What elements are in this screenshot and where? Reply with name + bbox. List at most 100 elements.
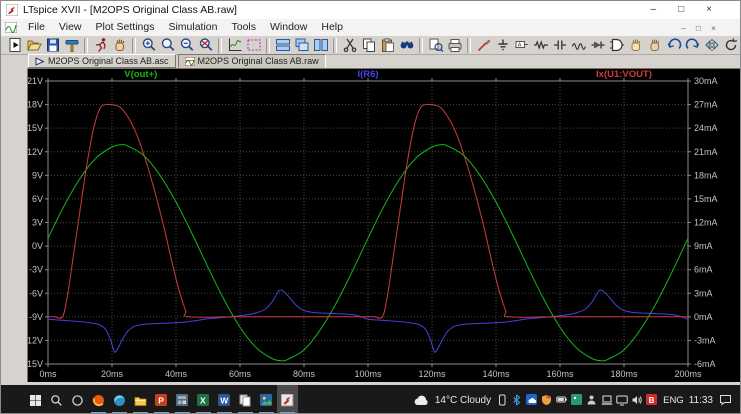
tray-volume-icon[interactable] (631, 394, 643, 406)
taskbar-app-edge[interactable] (109, 385, 130, 413)
copy-button[interactable] (359, 37, 378, 54)
tile-horizontal-button[interactable] (273, 37, 292, 54)
menu-item-plot-settings[interactable]: Plot Settings (89, 21, 162, 33)
redo-icon (685, 38, 699, 50)
menu-item-tools[interactable]: Tools (224, 21, 263, 33)
svg-text:P: P (158, 395, 164, 405)
zoom-box-button[interactable] (244, 37, 263, 54)
y-axis-right-label: 15mA (694, 194, 718, 204)
tile-vertical-button[interactable] (311, 37, 330, 54)
ground-button[interactable] (493, 37, 512, 54)
clock[interactable]: 11:33 (689, 395, 713, 406)
save-button[interactable] (43, 37, 62, 54)
diode-button[interactable] (588, 37, 607, 54)
weather-cloud-icon[interactable] (414, 394, 430, 406)
tray-display-icon[interactable] (616, 394, 628, 406)
menu-item-window[interactable]: Window (263, 21, 314, 33)
cut-button[interactable] (340, 37, 359, 54)
taskbar-app-powerpoint[interactable]: P (151, 385, 172, 413)
zoom-full-button[interactable] (196, 37, 215, 54)
tab-waveform[interactable]: M2OPS Original Class AB.raw (177, 54, 326, 68)
legend-Ix(U1:VOUT)[interactable]: Ix(U1:VOUT) (596, 69, 652, 80)
copy-icon (362, 38, 375, 52)
legend-I(R6)[interactable]: I(R6) (357, 69, 378, 80)
taskbar-app-photos[interactable] (256, 385, 277, 413)
taskbar-app-app-window[interactable] (172, 385, 193, 413)
menu-item-simulation[interactable]: Simulation (161, 21, 224, 33)
y-axis-left-label: -9V (29, 312, 43, 322)
start-button[interactable] (25, 385, 46, 413)
mdi-restore-button[interactable]: □ (696, 23, 701, 33)
mirror-button[interactable] (702, 37, 721, 54)
close-button[interactable]: × (706, 1, 712, 19)
rotate-icon (725, 38, 737, 51)
menu-item-file[interactable]: File (21, 21, 52, 33)
drag-hand-button[interactable] (645, 37, 664, 54)
toolbar-separator (333, 37, 337, 53)
taskbar-app-pages[interactable] (235, 385, 256, 413)
mdi-close-button[interactable]: × (711, 23, 716, 33)
minimize-button[interactable]: – (651, 1, 657, 19)
print-preview-button[interactable] (426, 37, 445, 54)
inductor-button[interactable] (569, 37, 588, 54)
weather-text[interactable]: 14°C Cloudy (435, 395, 491, 406)
run-doc-button[interactable] (5, 37, 24, 54)
undo-button[interactable] (664, 37, 683, 54)
x-axis-label: 180ms (610, 369, 638, 379)
restore-button[interactable]: □ (678, 1, 684, 19)
cut-icon (343, 38, 356, 53)
language-indicator[interactable]: ENG (663, 395, 684, 406)
autorange-button[interactable] (225, 37, 244, 54)
tab-waveform-label: M2OPS Original Class AB.raw (197, 56, 319, 66)
taskbar-app-excel[interactable]: X (193, 385, 214, 413)
redo-button[interactable] (683, 37, 702, 54)
zoom-back-button[interactable] (158, 37, 177, 54)
menu-item-view[interactable]: View (52, 21, 89, 33)
taskbar-app-firefox[interactable] (88, 385, 109, 413)
halt-button[interactable] (110, 37, 129, 54)
run-man-button[interactable] (91, 37, 110, 54)
tray-phone-icon[interactable] (496, 394, 508, 406)
find-button[interactable] (397, 37, 416, 54)
taskbar-app-explorer[interactable] (130, 385, 151, 413)
y-axis-right-label: -3mA (694, 335, 716, 345)
cortana-button[interactable] (67, 385, 88, 413)
menu-item-help[interactable]: Help (314, 21, 350, 33)
waveform-plot[interactable]: 0ms 20ms 40ms 60ms 80ms 100ms 120ms 140ms 160ms 1… (28, 69, 740, 383)
zoom-out-button[interactable] (177, 37, 196, 54)
tray-security-red-icon[interactable]: B (646, 394, 658, 406)
y-axis-left-label: 21V (28, 76, 43, 86)
tray-onedrive-icon[interactable] (526, 394, 538, 406)
capacitor-button[interactable] (550, 37, 569, 54)
move-hand-button[interactable] (626, 37, 645, 54)
tray-laptop-icon[interactable] (601, 394, 613, 406)
tray-photos-tray-icon[interactable] (571, 394, 583, 406)
notification-center-icon[interactable] (718, 394, 732, 406)
print-button[interactable] (445, 37, 464, 54)
paste-button[interactable] (378, 37, 397, 54)
taskbar-app-word[interactable]: W (214, 385, 235, 413)
tray-bluetooth-icon[interactable] (511, 394, 523, 406)
cascade-button[interactable] (292, 37, 311, 54)
legend-V(out+)[interactable]: V(out+) (124, 69, 157, 80)
tray-defender-shield-icon[interactable] (541, 394, 553, 406)
svg-text:W: W (220, 395, 229, 405)
component-button[interactable] (607, 37, 626, 54)
net-label-button[interactable]: A (512, 37, 531, 54)
open-button[interactable] (24, 37, 43, 54)
y-axis-right-label: 21mA (694, 147, 718, 157)
tray-battery-icon[interactable] (556, 394, 568, 406)
taskbar-app-ltspice[interactable] (277, 385, 298, 413)
resistor-button[interactable] (531, 37, 550, 54)
tab-schematic[interactable]: M2OPS Original Class AB.asc (28, 54, 176, 68)
control-panel-button[interactable] (62, 37, 81, 54)
rotate-button[interactable] (721, 37, 740, 54)
mdi-minimize-button[interactable]: – (681, 23, 686, 33)
zoom-in-button[interactable] (139, 37, 158, 54)
search-button[interactable] (46, 385, 67, 413)
zoom-out-icon (180, 38, 193, 51)
tile-horizontal-icon (275, 39, 290, 51)
mdi-child-icon[interactable] (5, 22, 17, 33)
tray-user-icon[interactable] (586, 394, 598, 406)
wire-button[interactable] (474, 37, 493, 54)
